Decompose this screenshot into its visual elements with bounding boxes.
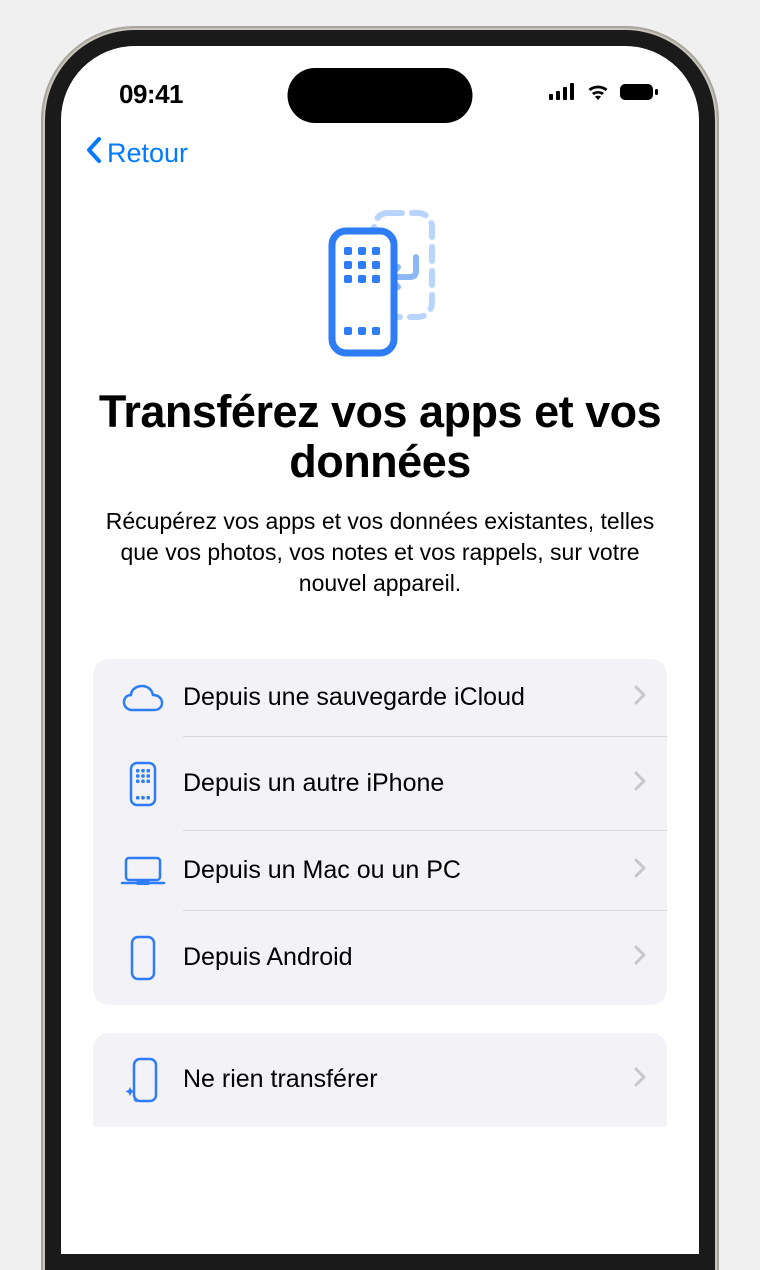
- transfer-hero-icon: [93, 209, 667, 359]
- option-mac-pc[interactable]: Depuis un Mac ou un PC: [93, 831, 667, 911]
- chevron-left-icon: [85, 136, 103, 171]
- battery-icon: [619, 83, 659, 106]
- chevron-right-icon: [633, 857, 647, 884]
- chevron-right-icon: [633, 1066, 647, 1093]
- screen: 09:41: [61, 46, 699, 1254]
- back-button[interactable]: Retour: [85, 136, 188, 171]
- option-another-iphone[interactable]: Depuis un autre iPhone: [93, 737, 667, 831]
- option-label: Depuis Android: [183, 943, 633, 972]
- transfer-options-list: Depuis une sauvegarde iCloud: [93, 659, 667, 1005]
- phone-outline-icon: [117, 935, 169, 981]
- chevron-right-icon: [633, 684, 647, 711]
- status-icons: [549, 83, 659, 106]
- phone-frame: 09:41: [45, 30, 715, 1270]
- option-label: Ne rien transférer: [183, 1065, 633, 1094]
- option-label: Depuis un Mac ou un PC: [183, 856, 633, 885]
- laptop-icon: [117, 855, 169, 887]
- dynamic-island: [288, 68, 473, 123]
- status-time: 09:41: [119, 79, 183, 110]
- secondary-options-list: Ne rien transférer: [93, 1033, 667, 1127]
- phone-grid-icon: [117, 761, 169, 807]
- page-subtitle: Récupérez vos apps et vos données exista…: [93, 506, 667, 599]
- nav-bar: Retour: [61, 116, 699, 179]
- wifi-icon: [585, 83, 611, 106]
- chevron-right-icon: [633, 770, 647, 797]
- option-android[interactable]: Depuis Android: [93, 911, 667, 1005]
- option-icloud-backup[interactable]: Depuis une sauvegarde iCloud: [93, 659, 667, 737]
- back-label: Retour: [107, 138, 188, 169]
- cloud-icon: [117, 683, 169, 713]
- content: Transférez vos apps et vos données Récup…: [61, 179, 699, 1127]
- option-no-transfer[interactable]: Ne rien transférer: [93, 1033, 667, 1127]
- option-label: Depuis une sauvegarde iCloud: [183, 683, 633, 712]
- option-label: Depuis un autre iPhone: [183, 769, 633, 798]
- page-title: Transférez vos apps et vos données: [93, 387, 667, 488]
- phone-sparkle-icon: [117, 1057, 169, 1103]
- cellular-icon: [549, 83, 577, 106]
- chevron-right-icon: [633, 944, 647, 971]
